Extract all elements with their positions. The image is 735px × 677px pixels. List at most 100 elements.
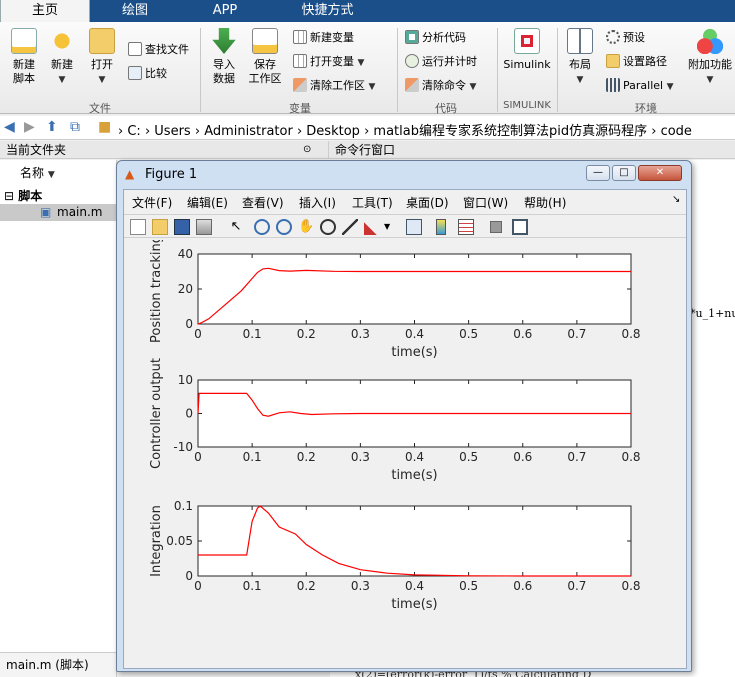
set-path-button[interactable]: 设置路径 (606, 52, 667, 72)
open-icon[interactable] (152, 219, 168, 235)
y-tick-label: -10 (173, 440, 193, 454)
compare-button[interactable]: 比较 (128, 64, 167, 84)
brush-dropdown-icon[interactable]: ▼ (384, 219, 400, 235)
panel-menu-icon[interactable]: ⊙ (303, 141, 311, 159)
menu-file[interactable]: 文件(F) (132, 194, 172, 211)
breadcrumb-item[interactable]: matlab编程专家系统控制算法pid仿真源码程序 (373, 124, 647, 139)
hide-tools-icon[interactable] (490, 221, 502, 233)
breadcrumb[interactable]: › C: › Users › Administrator › Desktop ›… (118, 120, 692, 139)
script-group-label: 脚本 (18, 189, 43, 203)
parallel-dropdown-icon: ▼ (666, 82, 674, 92)
compare-label: 比较 (145, 67, 167, 80)
addons-button[interactable]: 附加功能 ▼ (688, 28, 732, 87)
x-tick-label: 0.2 (297, 327, 316, 341)
menu-view[interactable]: 查看(V) (242, 194, 284, 211)
x-tick-label: 0.4 (405, 327, 424, 341)
command-window-right: *u_1+nu (690, 160, 735, 677)
layout-button[interactable]: 布局 ▼ (558, 28, 602, 87)
open-variable-icon (293, 54, 307, 68)
clear-commands-button[interactable]: 清除命令 ▼ (405, 76, 476, 96)
run-and-time-button[interactable]: 运行并计时 (405, 52, 477, 72)
import-data-button[interactable]: 导入 数据 (202, 28, 246, 86)
name-column-header[interactable]: 名称 ▼ (20, 164, 55, 181)
breadcrumb-item[interactable]: C: (127, 124, 140, 139)
clear-workspace-button[interactable]: 清除工作区 ▼ (293, 76, 375, 96)
data-cursor-icon[interactable] (342, 219, 358, 235)
forward-arrow-icon[interactable]: ▶ (24, 119, 35, 135)
addons-dropdown-icon: ▼ (706, 75, 714, 85)
browse-folder-icon[interactable]: ⧉ (70, 119, 80, 135)
breadcrumb-separator: › (651, 124, 661, 139)
print-icon[interactable] (196, 219, 212, 235)
find-files-button[interactable]: 查找文件 (128, 40, 189, 60)
new-figure-icon[interactable] (130, 219, 146, 235)
zoom-out-icon[interactable] (276, 219, 292, 235)
colorbar-icon[interactable] (436, 219, 446, 235)
figure-window[interactable]: ▲ Figure 1 — □ ✕ 文件(F) 编辑(E) 查看(V) 插入(I)… (116, 160, 692, 672)
zoom-in-icon[interactable] (254, 219, 270, 235)
menu-desktop[interactable]: 桌面(D) (406, 194, 449, 211)
breadcrumb-item[interactable]: Administrator (204, 124, 293, 139)
back-arrow-icon[interactable]: ◀ (4, 119, 15, 135)
tab-plots[interactable]: 绘图 (90, 0, 180, 22)
x-tick-label: 0.8 (621, 327, 640, 341)
analyze-code-button[interactable]: 分析代码 (405, 28, 466, 48)
menu-edit[interactable]: 编辑(E) (187, 194, 228, 211)
variable-section-label: 变量 (289, 102, 311, 115)
breadcrumb-item[interactable]: code (661, 124, 692, 139)
simulink-button[interactable]: Simulink (501, 28, 553, 72)
new-variable-label: 新建变量 (310, 31, 354, 44)
new-button[interactable]: 新建 ▼ (40, 28, 84, 87)
pan-icon[interactable]: ✋ (298, 219, 314, 235)
breadcrumb-separator: › (118, 124, 128, 139)
rotate-icon[interactable] (320, 219, 336, 235)
set-path-icon (606, 54, 620, 68)
breadcrumb-separator: › (296, 124, 307, 139)
menu-help[interactable]: 帮助(H) (524, 194, 566, 211)
preferences-button[interactable]: 预设 (606, 28, 645, 48)
tab-shortcuts[interactable]: 快捷方式 (270, 0, 385, 22)
new-variable-button[interactable]: 新建变量 (293, 28, 354, 48)
close-button[interactable]: ✕ (638, 165, 682, 181)
pointer-icon[interactable]: ↖ (228, 219, 244, 235)
brush-icon[interactable] (364, 219, 380, 235)
x-tick-label: 0.4 (405, 579, 424, 593)
x-axis-label: time(s) (391, 345, 437, 360)
simulink-label: Simulink (503, 58, 551, 71)
open-button[interactable]: 打开 ▼ (80, 28, 124, 87)
link-icon[interactable] (406, 219, 422, 235)
layout-dropdown-icon: ▼ (576, 75, 584, 85)
parallel-button[interactable]: Parallel ▼ (606, 76, 674, 96)
collapse-icon[interactable]: ⊟ (4, 189, 14, 203)
show-tools-icon[interactable] (512, 219, 528, 235)
new-script-label: 新建 脚本 (13, 58, 35, 85)
script-group[interactable]: ⊟ 脚本 (4, 187, 42, 204)
x-tick-label: 0.6 (513, 450, 532, 464)
set-path-label: 设置路径 (623, 55, 667, 68)
minimize-button[interactable]: — (586, 165, 610, 181)
file-item-main[interactable]: ▣ main.m (0, 204, 116, 221)
maximize-button[interactable]: □ (612, 165, 636, 181)
tab-apps[interactable]: APP (180, 0, 270, 22)
breadcrumb-item[interactable]: Desktop (306, 124, 360, 139)
m-file-icon: ▣ (40, 205, 52, 219)
menu-tools[interactable]: 工具(T) (352, 194, 393, 211)
x-tick-label: 0.2 (297, 450, 316, 464)
x-tick-label: 0.1 (243, 327, 262, 341)
breadcrumb-item[interactable]: Users (154, 124, 190, 139)
y-tick-label: 10 (178, 373, 193, 387)
x-tick-label: 0.3 (351, 327, 370, 341)
addons-label: 附加功能 (688, 58, 732, 71)
simulink-section-label: SIMULINK (503, 100, 551, 111)
find-files-icon (128, 42, 142, 56)
dock-arrow-icon[interactable]: ↘ (672, 194, 680, 205)
legend-icon[interactable] (458, 219, 474, 235)
figure-titlebar[interactable]: ▲ Figure 1 — □ ✕ (117, 161, 691, 187)
menu-insert[interactable]: 插入(I) (299, 194, 336, 211)
tab-home[interactable]: 主页 (0, 0, 90, 22)
up-folder-icon[interactable]: ⬆ (46, 119, 58, 135)
save-icon[interactable] (174, 219, 190, 235)
save-workspace-button[interactable]: 保存 工作区 (243, 28, 287, 86)
open-variable-button[interactable]: 打开变量 ▼ (293, 52, 364, 72)
menu-window[interactable]: 窗口(W) (463, 194, 508, 211)
